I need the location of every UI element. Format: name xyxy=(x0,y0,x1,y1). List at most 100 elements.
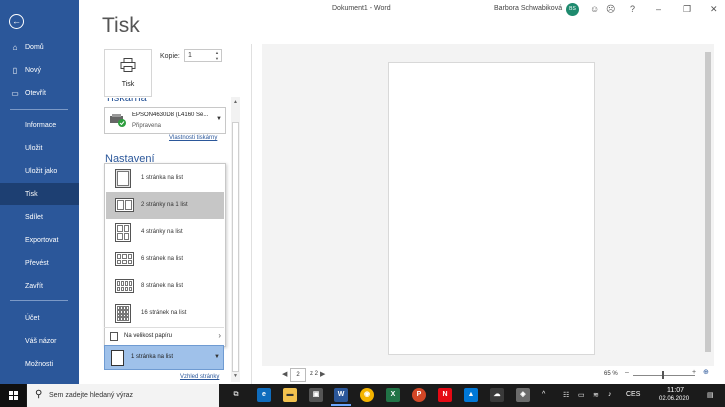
nav-item-home[interactable]: ⌂ Domů xyxy=(0,36,79,58)
print-button[interactable]: Tisk xyxy=(104,49,152,97)
store-icon[interactable]: ▣ xyxy=(309,388,323,402)
previous-page-icon[interactable]: ◀ xyxy=(282,370,287,378)
printer-ready-icon xyxy=(110,114,126,127)
excel-icon[interactable]: X xyxy=(386,388,400,402)
clock-date[interactable]: 02.06.2020 xyxy=(659,396,689,402)
scroll-down-icon[interactable]: ▼ xyxy=(231,373,240,379)
page-count: z 2 xyxy=(310,371,319,377)
back-arrow-icon[interactable]: ← xyxy=(9,14,24,29)
window-title: Dokument1 - Word xyxy=(332,5,391,12)
dropdown-arrow-icon: ▼ xyxy=(216,116,222,122)
preview-page xyxy=(388,62,595,355)
zoom-to-page-icon[interactable]: ⊕ xyxy=(703,368,709,376)
help-icon[interactable]: ? xyxy=(630,4,635,14)
task-view-icon[interactable]: ⧉ xyxy=(229,388,243,402)
powerpoint-icon[interactable]: P xyxy=(412,388,426,402)
nav-item-new[interactable]: ▯ Nový xyxy=(0,59,79,81)
copies-value: 1 xyxy=(188,52,192,59)
printer-name: EPSON4630D8 (L4160 Se... xyxy=(132,112,209,118)
zoom-in-icon[interactable]: + xyxy=(692,369,696,376)
chevron-right-icon: › xyxy=(218,331,221,340)
nav-item-save[interactable]: Uložit xyxy=(0,137,79,159)
network-icon[interactable]: ☷ xyxy=(563,391,569,399)
home-icon: ⌂ xyxy=(12,42,18,52)
zoom-out-icon[interactable]: – xyxy=(625,369,629,376)
taskbar-search[interactable]: ⚲ Sem zadejte hledaný výraz xyxy=(27,384,219,407)
paper-size-icon xyxy=(110,332,118,341)
page-setup-link[interactable]: Vzhled stránky xyxy=(180,374,219,380)
pages-per-sheet-select[interactable]: 1 stránka na list ▼ xyxy=(104,345,224,370)
option-8-pages[interactable]: 8 stránek na list xyxy=(106,273,224,300)
printer-properties-link[interactable]: Vlastnosti tiskárny xyxy=(169,135,217,141)
page-number-input[interactable]: 2 xyxy=(290,368,306,382)
edge-icon[interactable]: e xyxy=(257,388,271,402)
weather-icon[interactable]: ☁ xyxy=(490,388,504,402)
file-explorer-icon[interactable]: ▬ xyxy=(283,388,297,402)
layout-6-icon xyxy=(115,252,134,266)
panel-divider xyxy=(251,44,252,384)
nav-item-account[interactable]: Účet xyxy=(0,307,79,329)
frown-icon[interactable]: ☹ xyxy=(606,4,615,15)
option-4-pages[interactable]: 4 stránky na list xyxy=(106,219,224,246)
printer-status: Připravena xyxy=(132,123,162,129)
option-6-pages[interactable]: 6 stránek na list xyxy=(106,246,224,273)
volume-icon[interactable]: ♪ xyxy=(608,391,612,398)
pages-per-sheet-list: 1 stránka na list 2 stránky na 1 list 4 … xyxy=(104,163,226,347)
nav-item-options[interactable]: Možnosti xyxy=(0,353,79,375)
clock-time[interactable]: 11:07 xyxy=(667,387,684,394)
scrollbar-thumb[interactable] xyxy=(232,122,239,372)
copies-stepper[interactable]: 1 ▲ ▼ xyxy=(184,49,222,62)
notifications-icon[interactable]: ▤ xyxy=(707,391,714,399)
nav-item-print[interactable]: Tisk xyxy=(0,183,79,205)
folder-icon: ▭ xyxy=(11,88,19,98)
tray-chevron-icon[interactable]: ^ xyxy=(542,391,545,398)
scroll-up-icon[interactable]: ▲ xyxy=(231,99,240,105)
preview-scrollbar[interactable] xyxy=(703,44,713,366)
spinner-arrows-icon[interactable]: ▲ ▼ xyxy=(215,50,219,62)
avatar[interactable]: BS xyxy=(566,3,579,16)
title-bar: Dokument1 - Word Barbora Schwabiková BS … xyxy=(79,0,725,20)
wifi-icon[interactable]: ≋ xyxy=(593,391,599,399)
zoom-slider-thumb[interactable] xyxy=(662,371,664,379)
settings-scrollbar[interactable]: ▲ ▼ xyxy=(231,97,240,382)
copies-label: Kopie: xyxy=(160,53,180,60)
smiley-icon[interactable]: ☺ xyxy=(590,4,599,14)
netflix-icon[interactable]: N xyxy=(438,388,452,402)
nav-item-share[interactable]: Sdílet xyxy=(0,206,79,228)
nav-item-export[interactable]: Exportovat xyxy=(0,229,79,251)
close-icon[interactable]: ✕ xyxy=(710,4,718,15)
nav-item-feedback[interactable]: Váš názor xyxy=(0,330,79,352)
restore-icon[interactable]: ❐ xyxy=(683,4,691,15)
nav-divider xyxy=(10,300,68,301)
fit-to-paper-option[interactable]: Na velikost papíru › xyxy=(104,327,224,346)
nav-item-open[interactable]: ▭ Otevřít xyxy=(0,82,79,104)
nav-item-info[interactable]: Informace xyxy=(0,114,79,136)
language-indicator[interactable]: CES xyxy=(626,391,640,398)
next-page-icon[interactable]: ▶ xyxy=(320,370,325,378)
option-2-pages[interactable]: 2 stránky na 1 list xyxy=(106,192,224,219)
search-icon: ⚲ xyxy=(35,389,43,400)
nav-item-close[interactable]: Zavřít xyxy=(0,275,79,297)
nav-item-save-as[interactable]: Uložit jako xyxy=(0,160,79,182)
scrollbar-thumb[interactable] xyxy=(705,52,711,352)
printer-icon xyxy=(120,58,136,72)
photos-icon[interactable]: ▲ xyxy=(464,388,478,402)
preview-status-bar: ◀ 2 z 2 ▶ 65 % – + ⊕ xyxy=(262,366,724,384)
zoom-slider[interactable] xyxy=(633,375,695,376)
user-name[interactable]: Barbora Schwabiková xyxy=(494,5,562,12)
app-icon[interactable]: ◈ xyxy=(516,388,530,402)
print-button-label: Tisk xyxy=(121,81,135,88)
option-16-pages[interactable]: 16 stránek na list xyxy=(106,300,224,327)
chrome-icon[interactable]: ◉ xyxy=(360,388,374,402)
new-document-icon: ▯ xyxy=(12,65,18,75)
taskbar-search-placeholder: Sem zadejte hledaný výraz xyxy=(49,392,134,399)
battery-icon[interactable]: ▭ xyxy=(578,391,585,399)
option-1-page[interactable]: 1 stránka na list xyxy=(106,165,224,192)
nav-item-convert[interactable]: Převést xyxy=(0,252,79,274)
word-icon[interactable]: W xyxy=(331,388,351,406)
start-button[interactable] xyxy=(0,384,26,407)
layout-4-icon xyxy=(115,223,131,242)
zoom-level: 65 % xyxy=(604,371,618,377)
minimize-icon[interactable]: – xyxy=(656,4,661,14)
printer-select[interactable]: EPSON4630D8 (L4160 Se... Připravena ▼ xyxy=(104,107,226,134)
